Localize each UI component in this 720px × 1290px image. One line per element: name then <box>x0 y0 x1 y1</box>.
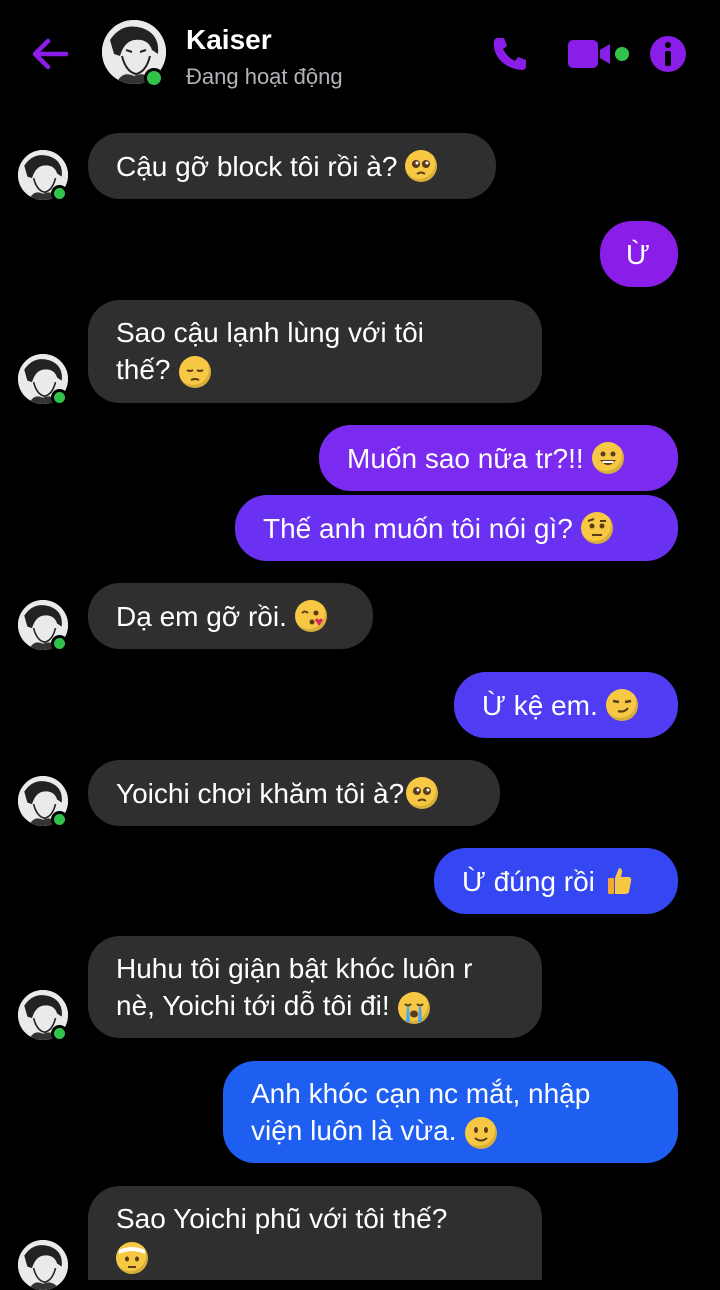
online-indicator <box>51 185 68 202</box>
back-button[interactable] <box>30 36 70 72</box>
message-text: Cậu gỡ block tôi rồi à? <box>116 150 398 182</box>
message-text-line-2: viện luôn là vừa. <box>251 1115 457 1146</box>
message-bubble-outgoing[interactable]: Ừ đúng rồi <box>434 848 678 914</box>
info-button[interactable] <box>648 34 688 74</box>
call-button[interactable] <box>490 34 530 74</box>
online-indicator <box>51 389 68 406</box>
online-indicator <box>144 68 164 88</box>
message-bubble-outgoing[interactable]: Thế anh muốn tôi nói gì? <box>235 495 678 561</box>
message-bubble-outgoing[interactable]: Ừ kệ em. <box>454 672 678 738</box>
message-bubble-outgoing[interactable]: Anh khóc cạn nc mắt, nhập viện luôn là v… <box>223 1061 678 1163</box>
thumbs-up-emoji <box>603 865 635 897</box>
pleading-face-emoji <box>406 777 439 809</box>
phone-icon <box>493 38 526 70</box>
message-bubble-incoming[interactable]: Huhu tôi giận bật khóc luôn r nè, Yoichi… <box>88 936 542 1038</box>
message-text: Thế anh muốn tôi nói gì? <box>263 512 573 544</box>
crying-face-emoji <box>397 991 430 1024</box>
message-bubble-incoming[interactable]: Dạ em gỡ rồi. <box>88 583 373 649</box>
message-bubble-outgoing[interactable]: Ừ <box>600 221 678 287</box>
message-text: Ừ <box>626 238 650 270</box>
kissing-face-emoji <box>294 600 327 632</box>
arrow-left-icon <box>32 38 69 70</box>
pensive-face-emoji <box>178 355 211 388</box>
smirking-face-emoji <box>605 689 638 721</box>
sender-avatar[interactable] <box>18 1240 68 1290</box>
message-text-line-2: nè, Yoichi tới dỗ tôi đi! <box>116 990 390 1021</box>
message-bubble-incoming[interactable]: Yoichi chơi khăm tôi à? <box>88 760 500 826</box>
message-text: Dạ em gỡ rồi. <box>116 600 287 632</box>
active-status: Đang hoạt động <box>186 64 343 89</box>
message-text: Ừ kệ em. <box>482 689 598 721</box>
video-call-button[interactable] <box>568 38 630 70</box>
grinning-face-emoji <box>591 442 624 474</box>
message-bubble-incoming[interactable]: Sao cậu lạnh lùng với tôi thế? <box>88 300 542 403</box>
video-camera-icon <box>568 40 629 68</box>
online-indicator <box>51 635 68 652</box>
message-text: Yoichi chơi khăm tôi à? <box>116 777 405 809</box>
message-bubble-outgoing[interactable]: Muốn sao nữa tr?!! <box>319 425 678 491</box>
message-bubble-incoming[interactable]: Sao Yoichi phũ với tôi thế? <box>88 1186 542 1280</box>
message-text-line-2: thế? <box>116 354 171 385</box>
pleading-face-emoji <box>405 150 438 182</box>
bandage-face-emoji <box>116 1241 148 1274</box>
info-icon <box>650 36 686 72</box>
message-text: Ừ đúng rồi <box>462 865 595 897</box>
message-text-line-1: Sao Yoichi phũ với tôi thế? <box>116 1203 448 1234</box>
contact-name[interactable]: Kaiser <box>186 24 272 56</box>
slightly-smiling-face-emoji <box>464 1116 497 1149</box>
message-text-line-1: Sao cậu lạnh lùng với tôi <box>116 317 424 348</box>
message-text-line-1: Anh khóc cạn nc mắt, nhập <box>251 1078 591 1109</box>
online-indicator <box>51 1025 68 1042</box>
raised-eyebrow-face-emoji <box>580 512 613 544</box>
online-indicator <box>51 811 68 828</box>
message-bubble-incoming[interactable]: Cậu gỡ block tôi rồi à? <box>88 133 496 199</box>
message-text-line-1: Huhu tôi giận bật khóc luôn r <box>116 953 473 984</box>
chat-header: Kaiser Đang hoạt động <box>0 0 720 110</box>
message-text: Muốn sao nữa tr?!! <box>347 442 584 474</box>
